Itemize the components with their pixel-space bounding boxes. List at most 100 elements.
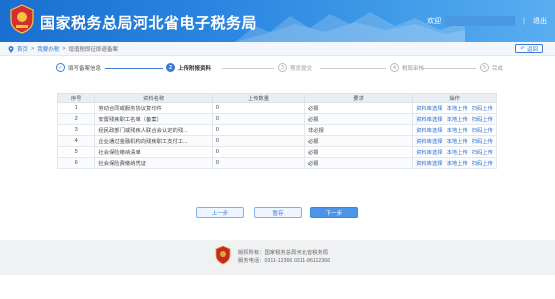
footer-text: 版权所有：国家税务总局河北省税务局 服务电话：0311-12366 0311-8… <box>238 249 330 265</box>
scan-upload-link[interactable]: 扫码上传 <box>472 148 493 156</box>
library-select-link[interactable]: 资料库选择 <box>416 137 443 145</box>
step-label: 税局审核 <box>402 65 425 72</box>
row-requirement: 必报 <box>303 102 414 114</box>
row-action-links: 资料库选择 本地上传 扫码上传 <box>416 126 493 134</box>
library-select-link[interactable]: 资料库选择 <box>416 159 443 167</box>
footer-phone: 服务电话：0311-12366 0311-86112366 <box>238 258 331 264</box>
footer-copyright: 版权所有：国家税务总局河北省税务局 <box>238 250 329 256</box>
step-connector <box>422 68 476 69</box>
step-check-icon: ✓ <box>56 63 65 72</box>
username-redacted <box>445 16 516 26</box>
progress-steps: ✓ 填写备案信息 2 上传附报资料 3 预览提交 4 税局审核 5 完成 <box>0 60 555 76</box>
row-upload-count: 0 <box>211 124 306 136</box>
local-upload-link[interactable]: 本地上传 <box>447 115 468 123</box>
row-document-name: 劳动合同或服务协议复印件 <box>94 102 213 114</box>
table-row: 3 经民政部门或残疾人联合会认定的残... 0 非必报 资料库选择 本地上传 扫码上传 <box>56 124 497 136</box>
step-label: 完成 <box>492 65 504 72</box>
action-bar: 上一步 暂存 下一步 <box>0 207 555 219</box>
row-actions: 资料库选择 本地上传 扫码上传 <box>412 113 497 125</box>
step-number: 2 <box>166 63 175 72</box>
tax-emblem-logo <box>215 245 231 265</box>
breadcrumb-sep: > <box>31 46 35 52</box>
row-action-links: 资料库选择 本地上传 扫码上传 <box>416 137 493 145</box>
welcome-text: 欢迎 <box>427 18 442 25</box>
prev-step-button[interactable]: 上一步 <box>196 207 244 218</box>
local-upload-link[interactable]: 本地上传 <box>447 137 468 145</box>
row-document-name: 安置残疾职工名单（备案） <box>94 113 213 125</box>
row-document-name: 社会保险费缴纳凭证 <box>94 157 213 169</box>
step-label: 上传附报资料 <box>178 65 212 72</box>
row-upload-count: 0 <box>211 146 306 158</box>
step-3: 3 预览提交 <box>278 63 312 72</box>
scan-upload-link[interactable]: 扫码上传 <box>472 159 493 167</box>
back-label: 返回 <box>526 46 538 53</box>
breadcrumb-bar: 首页 > 我要办税 > 增值税即征即退备案 ↶ 返回 <box>0 42 555 56</box>
step-5: 5 完成 <box>480 63 503 72</box>
row-action-links: 资料库选择 本地上传 扫码上传 <box>416 159 493 167</box>
site-title: 国家税务总局河北省电子税务局 <box>40 14 258 32</box>
row-requirement: 非必报 <box>303 124 414 136</box>
library-select-link[interactable]: 资料库选择 <box>416 126 443 134</box>
row-upload-count: 0 <box>211 135 306 147</box>
breadcrumb-current: 增值税即征即退备案 <box>68 47 118 53</box>
library-select-link[interactable]: 资料库选择 <box>416 115 443 123</box>
row-action-links: 资料库选择 本地上传 扫码上传 <box>416 104 493 112</box>
breadcrumb-home[interactable]: 首页 <box>17 45 28 53</box>
row-actions: 资料库选择 本地上传 扫码上传 <box>412 157 497 169</box>
row-requirement: 必报 <box>303 135 414 147</box>
row-number: 2 <box>56 113 96 125</box>
table-row: 5 社会保险缴纳清单 0 必报 资料库选择 本地上传 扫码上传 <box>56 146 497 158</box>
row-action-links: 资料库选择 本地上传 扫码上传 <box>416 148 493 156</box>
row-document-name: 社会保险缴纳清单 <box>94 146 213 158</box>
step-number: 3 <box>278 63 287 72</box>
logout-link[interactable]: 退出 <box>533 16 547 26</box>
row-action-links: 资料库选择 本地上传 扫码上传 <box>416 115 493 123</box>
table-row: 6 社会保险费缴纳凭证 0 必报 资料库选择 本地上传 扫码上传 <box>56 157 497 169</box>
step-connector <box>222 68 274 69</box>
row-actions: 资料库选择 本地上传 扫码上传 <box>412 135 497 147</box>
col-header-name: 资料名称 <box>94 93 213 103</box>
step-1: ✓ 填写备案信息 <box>56 63 101 72</box>
top-header: 国家税务总局河北省电子税务局 欢迎 | 退出 <box>0 0 555 42</box>
col-header-no: 序号 <box>56 93 96 103</box>
row-upload-count: 0 <box>211 157 306 169</box>
col-header-requirement: 要求 <box>303 93 414 103</box>
location-pin-icon <box>8 45 14 53</box>
step-connector <box>320 68 386 69</box>
step-number: 5 <box>480 63 489 72</box>
save-draft-button[interactable]: 暂存 <box>254 207 302 218</box>
scan-upload-link[interactable]: 扫码上传 <box>472 104 493 112</box>
back-arrow-icon: ↶ <box>520 45 525 52</box>
local-upload-link[interactable]: 本地上传 <box>447 126 468 134</box>
table-header-row: 序号 资料名称 上传数量 要求 操作 <box>56 93 497 103</box>
step-label: 预览提交 <box>290 65 313 72</box>
row-requirement: 必报 <box>303 146 414 158</box>
library-select-link[interactable]: 资料库选择 <box>416 104 443 112</box>
row-upload-count: 0 <box>211 102 306 114</box>
scan-upload-link[interactable]: 扫码上传 <box>472 126 493 134</box>
local-upload-link[interactable]: 本地上传 <box>447 159 468 167</box>
col-header-actions: 操作 <box>412 93 497 103</box>
step-number: 4 <box>390 63 399 72</box>
row-number: 1 <box>56 102 96 114</box>
row-requirement: 必报 <box>303 157 414 169</box>
back-button[interactable]: ↶ 返回 <box>515 44 543 53</box>
breadcrumb-level2[interactable]: 我要办税 <box>37 45 59 53</box>
table-row: 4 企业通过金融机构向残疾职工支付工... 0 必报 资料库选择 本地上传 扫码上传 <box>56 135 497 147</box>
library-select-link[interactable]: 资料库选择 <box>416 148 443 156</box>
step-2: 2 上传附报资料 <box>166 63 211 72</box>
page-footer: 版权所有：国家税务总局河北省税务局 服务电话：0311-12366 0311-8… <box>0 240 555 275</box>
row-actions: 资料库选择 本地上传 扫码上传 <box>412 102 497 114</box>
local-upload-link[interactable]: 本地上传 <box>447 104 468 112</box>
breadcrumb: 首页 > 我要办税 > 增值税即征即退备案 <box>8 45 118 53</box>
scan-upload-link[interactable]: 扫码上传 <box>472 137 493 145</box>
tax-emblem-logo <box>10 4 34 34</box>
row-actions: 资料库选择 本地上传 扫码上传 <box>412 146 497 158</box>
next-step-button[interactable]: 下一步 <box>310 207 358 218</box>
scan-upload-link[interactable]: 扫码上传 <box>472 115 493 123</box>
table-row: 1 劳动合同或服务协议复印件 0 必报 资料库选择 本地上传 扫码上传 <box>56 102 497 114</box>
row-upload-count: 0 <box>211 113 306 125</box>
attachments-table: 序号 资料名称 上传数量 要求 操作 1 劳动合同或服务协议复印件 0 必报 资料库选择… <box>56 93 497 169</box>
local-upload-link[interactable]: 本地上传 <box>447 148 468 156</box>
row-number: 3 <box>56 124 96 136</box>
